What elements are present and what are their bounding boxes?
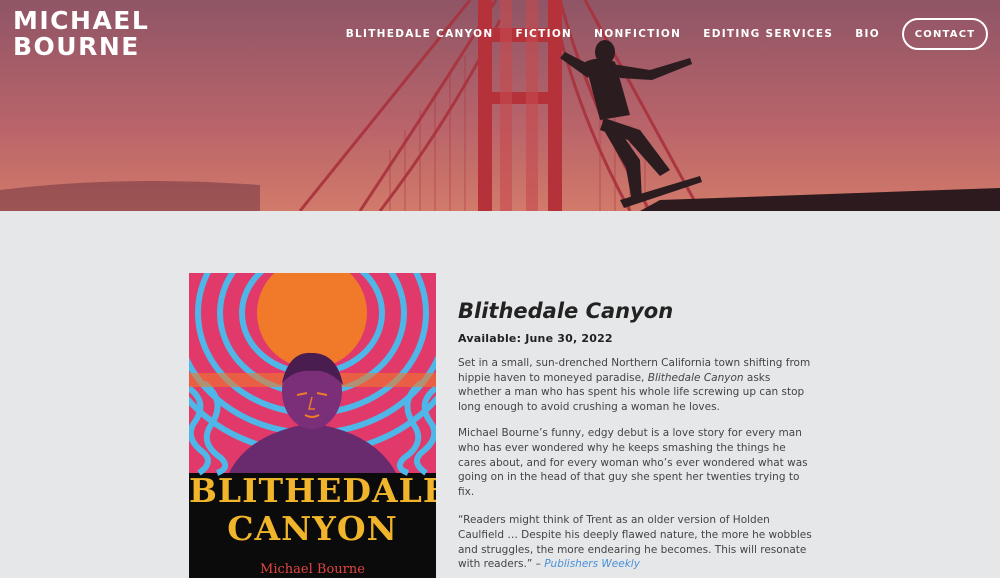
hero-banner: MICHAEL BOURNE BLITHEDALE CANYON FICTION… <box>0 0 1000 211</box>
contact-button[interactable]: CONTACT <box>902 18 988 50</box>
main-nav: BLITHEDALE CANYON FICTION NONFICTION EDI… <box>346 18 988 50</box>
cover-author: Michael Bourne <box>260 562 365 577</box>
book-title: Blithedale Canyon <box>458 299 674 323</box>
site-title-line1: MICHAEL <box>13 6 150 35</box>
description-book-title: Blithedale Canyon <box>647 371 744 384</box>
nav-item-editing-services[interactable]: EDITING SERVICES <box>703 28 833 40</box>
book-cover[interactable]: BLITHEDALE CANYON Michael Bourne <box>189 273 436 578</box>
nav-item-nonfiction[interactable]: NONFICTION <box>594 28 681 40</box>
review-source-link[interactable]: Publishers Weekly <box>544 558 640 570</box>
nav-item-blithedale-canyon[interactable]: BLITHEDALE CANYON <box>346 28 494 40</box>
nav-item-bio[interactable]: BIO <box>855 28 880 40</box>
site-title-line2: BOURNE <box>13 32 140 61</box>
book-description: Set in a small, sun-drenched Northern Ca… <box>458 356 814 414</box>
availability-date: Available: June 30, 2022 <box>458 332 613 345</box>
nav-item-fiction[interactable]: FICTION <box>515 28 572 40</box>
cover-title-line1: BLITHEDALE <box>189 471 436 510</box>
cover-title-line2: CANYON <box>227 509 398 548</box>
book-pitch: Michael Bourne’s funny, edgy debut is a … <box>458 427 808 498</box>
site-title[interactable]: MICHAEL BOURNE <box>13 8 149 60</box>
review-quote: “Readers might think of Trent as an olde… <box>458 513 814 571</box>
book-details: Blithedale Canyon Available: June 30, 20… <box>458 296 814 572</box>
